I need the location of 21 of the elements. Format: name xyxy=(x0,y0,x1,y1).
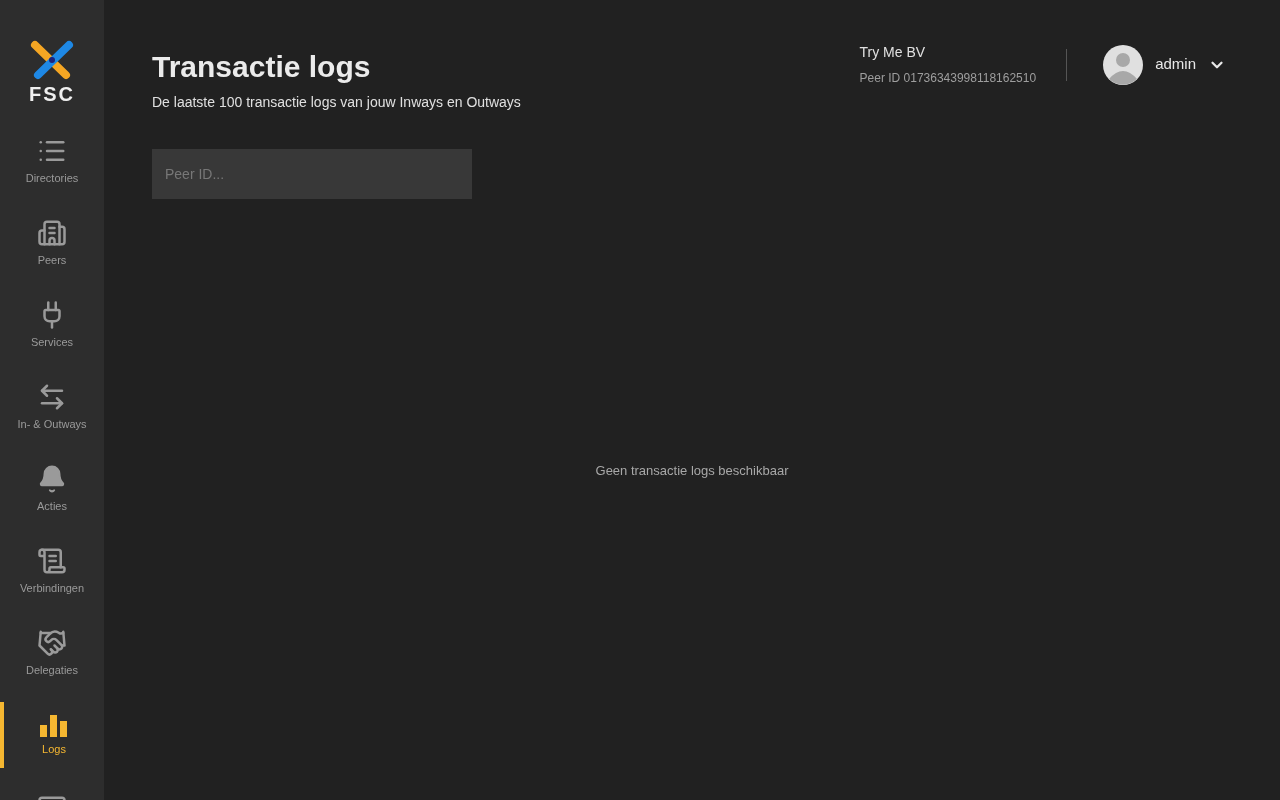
nav-item[interactable]: Directories xyxy=(0,128,104,194)
logo-text: FSC xyxy=(29,84,75,104)
nav-item[interactable]: Peers xyxy=(0,210,104,276)
peer-id: Peer ID 01736343998118162510 xyxy=(859,70,1037,87)
handshake-icon xyxy=(37,627,67,658)
nav-item[interactable]: In- & Outways xyxy=(0,374,104,440)
nav-item[interactable]: Delegaties xyxy=(0,620,104,686)
user-menu[interactable]: admin xyxy=(1067,44,1226,85)
logo-icon xyxy=(30,40,74,80)
avatar-icon xyxy=(1103,44,1144,85)
nav-item[interactable]: Acties xyxy=(0,456,104,522)
nav-item[interactable]: Services xyxy=(0,292,104,358)
search-field[interactable]: Peer ID... xyxy=(152,148,472,199)
empty-message: Geen transactie logs beschikbaar xyxy=(594,461,790,480)
bell-icon xyxy=(37,463,67,494)
organization-name: Try Me BV xyxy=(859,43,927,62)
bar-chart-icon xyxy=(40,712,68,737)
page-subtitle: De laatste 100 transactie logs van jouw Inways en Outways xyxy=(152,92,521,112)
nav-item[interactable]: Logs xyxy=(0,702,104,768)
page-title: Transactie logs xyxy=(152,49,372,85)
nav-item[interactable]: Verbindingen xyxy=(0,538,104,604)
